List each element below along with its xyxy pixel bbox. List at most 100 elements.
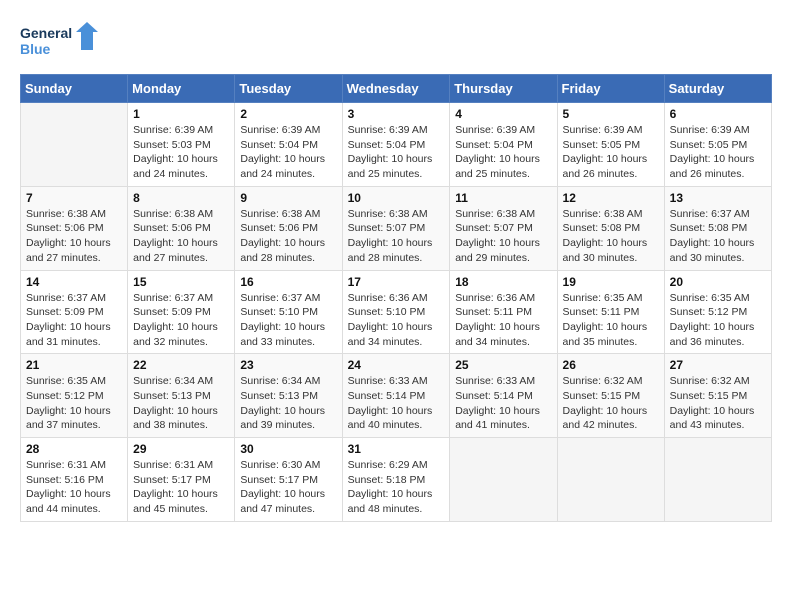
day-number: 28 (26, 442, 122, 456)
calendar-cell: 26Sunrise: 6:32 AM Sunset: 5:15 PM Dayli… (557, 354, 664, 438)
day-info: Sunrise: 6:38 AM Sunset: 5:07 PM Dayligh… (455, 207, 551, 266)
header-thursday: Thursday (450, 75, 557, 103)
day-number: 25 (455, 358, 551, 372)
header-tuesday: Tuesday (235, 75, 342, 103)
day-info: Sunrise: 6:38 AM Sunset: 5:08 PM Dayligh… (563, 207, 659, 266)
calendar-header-row: SundayMondayTuesdayWednesdayThursdayFrid… (21, 75, 772, 103)
calendar-week-row: 1 Sunrise: 6:39 AM Sunset: 5:03 PM Daylig… (21, 103, 772, 187)
day-info: Sunrise: 6:37 AM Sunset: 5:09 PM Dayligh… (133, 291, 229, 350)
day-info: Sunrise: 6:31 AM Sunset: 5:16 PM Dayligh… (26, 458, 122, 517)
header-saturday: Saturday (664, 75, 771, 103)
day-number: 9 (240, 191, 336, 205)
day-number: 21 (26, 358, 122, 372)
day-number: 24 (348, 358, 445, 372)
calendar-cell: 1 Sunrise: 6:39 AM Sunset: 5:03 PM Daylig… (128, 103, 235, 187)
calendar-cell: 31 Sunrise: 6:29 AM Sunset: 5:18 PM Dayli… (342, 438, 450, 522)
day-number: 27 (670, 358, 766, 372)
calendar-cell: 17 Sunrise: 6:36 AM Sunset: 5:10 PM Dayli… (342, 270, 450, 354)
day-number: 13 (670, 191, 766, 205)
day-number: 14 (26, 275, 122, 289)
day-info: Sunrise: 6:33 AM Sunset: 5:14 PM Dayligh… (455, 374, 551, 433)
calendar-cell: 2 Sunrise: 6:39 AM Sunset: 5:04 PM Daylig… (235, 103, 342, 187)
logo: General Blue (20, 20, 100, 64)
calendar-cell: 10 Sunrise: 6:38 AM Sunset: 5:07 PM Dayli… (342, 186, 450, 270)
calendar-cell: 27 Sunrise: 6:32 AM Sunset: 5:15 PM Dayli… (664, 354, 771, 438)
day-info: Sunrise: 6:38 AM Sunset: 5:06 PM Dayligh… (133, 207, 229, 266)
day-info: Sunrise: 6:37 AM Sunset: 5:09 PM Dayligh… (26, 291, 122, 350)
calendar-cell: 4Sunrise: 6:39 AM Sunset: 5:04 PM Daylig… (450, 103, 557, 187)
day-number: 30 (240, 442, 336, 456)
day-info: Sunrise: 6:36 AM Sunset: 5:10 PM Dayligh… (348, 291, 445, 350)
page-header: General Blue (20, 20, 772, 64)
day-info: Sunrise: 6:35 AM Sunset: 5:12 PM Dayligh… (26, 374, 122, 433)
day-info: Sunrise: 6:29 AM Sunset: 5:18 PM Dayligh… (348, 458, 445, 517)
header-wednesday: Wednesday (342, 75, 450, 103)
day-info: Sunrise: 6:38 AM Sunset: 5:07 PM Dayligh… (348, 207, 445, 266)
calendar-cell: 14 Sunrise: 6:37 AM Sunset: 5:09 PM Dayli… (21, 270, 128, 354)
calendar-cell: 25 Sunrise: 6:33 AM Sunset: 5:14 PM Dayli… (450, 354, 557, 438)
day-info: Sunrise: 6:39 AM Sunset: 5:03 PM Dayligh… (133, 123, 229, 182)
svg-text:Blue: Blue (20, 41, 51, 57)
day-number: 2 (240, 107, 336, 121)
day-number: 22 (133, 358, 229, 372)
logo-svg: General Blue (20, 20, 100, 64)
day-number: 5 (563, 107, 659, 121)
day-number: 18 (455, 275, 551, 289)
day-number: 26 (563, 358, 659, 372)
calendar-cell: 7Sunrise: 6:38 AM Sunset: 5:06 PM Daylig… (21, 186, 128, 270)
calendar-cell: 12 Sunrise: 6:38 AM Sunset: 5:08 PM Dayli… (557, 186, 664, 270)
calendar-cell: 15Sunrise: 6:37 AM Sunset: 5:09 PM Dayli… (128, 270, 235, 354)
calendar-cell: 18Sunrise: 6:36 AM Sunset: 5:11 PM Dayli… (450, 270, 557, 354)
day-number: 11 (455, 191, 551, 205)
header-sunday: Sunday (21, 75, 128, 103)
calendar-week-row: 14 Sunrise: 6:37 AM Sunset: 5:09 PM Dayli… (21, 270, 772, 354)
calendar-cell: 28 Sunrise: 6:31 AM Sunset: 5:16 PM Dayli… (21, 438, 128, 522)
day-number: 17 (348, 275, 445, 289)
day-info: Sunrise: 6:30 AM Sunset: 5:17 PM Dayligh… (240, 458, 336, 517)
calendar-cell (664, 438, 771, 522)
calendar-cell: 20 Sunrise: 6:35 AM Sunset: 5:12 PM Dayli… (664, 270, 771, 354)
calendar-table: SundayMondayTuesdayWednesdayThursdayFrid… (20, 74, 772, 522)
calendar-cell: 8 Sunrise: 6:38 AM Sunset: 5:06 PM Daylig… (128, 186, 235, 270)
day-info: Sunrise: 6:38 AM Sunset: 5:06 PM Dayligh… (240, 207, 336, 266)
day-number: 1 (133, 107, 229, 121)
calendar-cell: 29 Sunrise: 6:31 AM Sunset: 5:17 PM Dayli… (128, 438, 235, 522)
day-info: Sunrise: 6:33 AM Sunset: 5:14 PM Dayligh… (348, 374, 445, 433)
calendar-cell: 3Sunrise: 6:39 AM Sunset: 5:04 PM Daylig… (342, 103, 450, 187)
day-number: 8 (133, 191, 229, 205)
calendar-cell: 30 Sunrise: 6:30 AM Sunset: 5:17 PM Dayli… (235, 438, 342, 522)
calendar-cell: 24 Sunrise: 6:33 AM Sunset: 5:14 PM Dayli… (342, 354, 450, 438)
day-info: Sunrise: 6:35 AM Sunset: 5:11 PM Dayligh… (563, 291, 659, 350)
calendar-cell: 19 Sunrise: 6:35 AM Sunset: 5:11 PM Dayli… (557, 270, 664, 354)
day-info: Sunrise: 6:31 AM Sunset: 5:17 PM Dayligh… (133, 458, 229, 517)
calendar-week-row: 28 Sunrise: 6:31 AM Sunset: 5:16 PM Dayli… (21, 438, 772, 522)
calendar-week-row: 7Sunrise: 6:38 AM Sunset: 5:06 PM Daylig… (21, 186, 772, 270)
calendar-cell (557, 438, 664, 522)
day-number: 19 (563, 275, 659, 289)
calendar-cell: 5 Sunrise: 6:39 AM Sunset: 5:05 PM Daylig… (557, 103, 664, 187)
day-info: Sunrise: 6:39 AM Sunset: 5:04 PM Dayligh… (455, 123, 551, 182)
day-number: 16 (240, 275, 336, 289)
day-number: 10 (348, 191, 445, 205)
day-info: Sunrise: 6:39 AM Sunset: 5:04 PM Dayligh… (240, 123, 336, 182)
calendar-cell (21, 103, 128, 187)
day-info: Sunrise: 6:39 AM Sunset: 5:05 PM Dayligh… (563, 123, 659, 182)
day-info: Sunrise: 6:35 AM Sunset: 5:12 PM Dayligh… (670, 291, 766, 350)
day-number: 20 (670, 275, 766, 289)
day-info: Sunrise: 6:37 AM Sunset: 5:10 PM Dayligh… (240, 291, 336, 350)
calendar-cell: 13 Sunrise: 6:37 AM Sunset: 5:08 PM Dayli… (664, 186, 771, 270)
day-number: 31 (348, 442, 445, 456)
day-number: 3 (348, 107, 445, 121)
day-number: 23 (240, 358, 336, 372)
calendar-cell: 23Sunrise: 6:34 AM Sunset: 5:13 PM Dayli… (235, 354, 342, 438)
day-number: 12 (563, 191, 659, 205)
calendar-cell (450, 438, 557, 522)
day-number: 29 (133, 442, 229, 456)
day-info: Sunrise: 6:37 AM Sunset: 5:08 PM Dayligh… (670, 207, 766, 266)
calendar-cell: 9 Sunrise: 6:38 AM Sunset: 5:06 PM Daylig… (235, 186, 342, 270)
day-info: Sunrise: 6:34 AM Sunset: 5:13 PM Dayligh… (133, 374, 229, 433)
day-info: Sunrise: 6:32 AM Sunset: 5:15 PM Dayligh… (670, 374, 766, 433)
day-info: Sunrise: 6:38 AM Sunset: 5:06 PM Dayligh… (26, 207, 122, 266)
header-friday: Friday (557, 75, 664, 103)
calendar-cell: 6Sunrise: 6:39 AM Sunset: 5:05 PM Daylig… (664, 103, 771, 187)
